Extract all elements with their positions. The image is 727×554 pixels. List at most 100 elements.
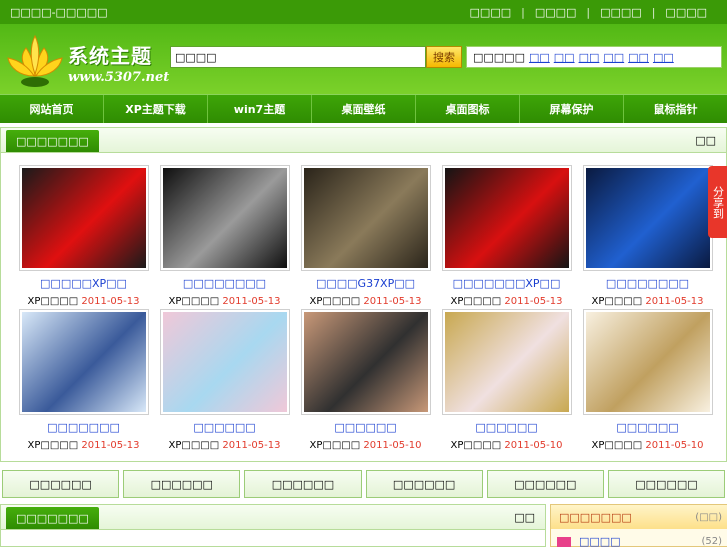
theme-thumbnail[interactable] (582, 165, 713, 271)
more-link[interactable]: □□ (514, 511, 535, 524)
theme-preview-image (21, 312, 146, 412)
theme-thumbnail[interactable] (300, 165, 431, 271)
theme-meta: XP□□□□ 2011-05-10 (295, 440, 436, 451)
theme-title[interactable]: □□□□□XP□□ (13, 277, 154, 290)
category-icon (557, 536, 571, 547)
theme-preview-image (162, 168, 287, 268)
header: 系统主题 www.5307.net 搜索 □□□□□ □□ □□ □□ □□ □… (0, 24, 727, 94)
nav-screensavers[interactable]: 屏幕保护 (520, 95, 624, 123)
logo-title: 系统主题 (68, 44, 152, 68)
nav-win7-themes[interactable]: win7主题 (208, 95, 312, 123)
category-button[interactable]: □□□□□□ (2, 470, 120, 498)
theme-meta: XP□□□□ 2011-05-10 (436, 440, 577, 451)
hot-keyword[interactable]: □□ (653, 51, 674, 64)
second-panel: □□□□□□□ □□ (0, 504, 546, 547)
theme-title[interactable]: □□□□□□ (577, 421, 718, 434)
theme-preview-image (444, 312, 569, 412)
top-link-4[interactable]: □□□□ (655, 6, 717, 19)
theme-meta: XP□□□□ 2011-05-10 (577, 440, 718, 451)
nav-home[interactable]: 网站首页 (0, 95, 104, 123)
latest-themes-panel: □□□□□□□ □□ □□□□□XP□□ XP□□□□ 2011-05-13 □□□… (0, 127, 727, 462)
theme-date: 2011-05-13 (222, 440, 281, 451)
theme-card[interactable]: □□□□□□□ XP□□□□ 2011-05-13 (13, 305, 154, 451)
hot-keyword[interactable]: □□ (603, 51, 624, 64)
theme-type: XP□□□□ (27, 440, 79, 451)
sidebar-title: □□□□□□□ (559, 510, 632, 524)
search-bar: 搜索 (170, 46, 462, 68)
theme-title[interactable]: □□□□□□□XP□□ (436, 277, 577, 290)
theme-title[interactable]: □□□□G37XP□□ (295, 277, 436, 290)
category-button[interactable]: □□□□□□ (365, 470, 483, 498)
share-button[interactable]: 分享到 (708, 166, 727, 238)
nav-xp-themes[interactable]: XP主题下载 (104, 95, 208, 123)
top-link-1[interactable]: □□□□ (460, 6, 522, 19)
theme-title[interactable]: □□□□□□□□ (577, 277, 718, 290)
theme-title[interactable]: □□□□□□□ (13, 421, 154, 434)
top-bar: □□□□-□□□□□ □□□□ | □□□□ | □□□□ | □□□□ (0, 0, 727, 24)
hot-keyword[interactable]: □□ (579, 51, 600, 64)
sidebar-count: (□□) (695, 511, 722, 523)
theme-card[interactable]: □□□□□□ XP□□□□ 2011-05-10 (436, 305, 577, 451)
theme-thumbnail[interactable] (582, 309, 713, 415)
hot-label: □□□□□ (473, 50, 525, 64)
theme-title[interactable]: □□□□□□ (436, 421, 577, 434)
theme-thumbnail[interactable] (159, 309, 290, 415)
category-button[interactable]: □□□□□□ (607, 470, 726, 498)
category-button[interactable]: □□□□□□ (123, 470, 241, 498)
theme-thumbnail[interactable] (441, 309, 572, 415)
theme-thumbnail[interactable] (441, 165, 572, 271)
theme-preview-image (585, 168, 710, 268)
theme-card[interactable]: □□□□□□ XP□□□□ 2011-05-10 (577, 305, 718, 451)
theme-thumbnail[interactable] (159, 165, 290, 271)
theme-card[interactable]: □□□□□□□□ XP□□□□ 2011-05-13 (154, 161, 295, 307)
theme-card[interactable]: □□□□□□ XP□□□□ 2011-05-13 (154, 305, 295, 451)
theme-date: 2011-05-10 (645, 440, 704, 451)
hot-keyword[interactable]: □□ (554, 51, 575, 64)
hot-keyword[interactable]: □□ (529, 51, 550, 64)
theme-title[interactable]: □□□□□□□□ (154, 277, 295, 290)
top-link-3[interactable]: □□□□ (590, 6, 652, 19)
panel-header: □□□□□□□ □□ (1, 505, 545, 530)
hot-keyword[interactable]: □□ (628, 51, 649, 64)
main-nav: 网站首页 XP主题下载 win7主题 桌面壁纸 桌面图标 屏幕保护 鼠标指针 (0, 94, 727, 123)
category-button[interactable]: □□□□□□ (244, 470, 362, 498)
panel-tab[interactable]: □□□□□□□ (6, 507, 99, 529)
theme-card[interactable]: □□□□□□ XP□□□□ 2011-05-10 (295, 305, 436, 451)
more-link[interactable]: □□ (695, 134, 716, 147)
theme-thumbnail[interactable] (300, 309, 431, 415)
nav-desktop-icons[interactable]: 桌面图标 (416, 95, 520, 123)
nav-wallpapers[interactable]: 桌面壁纸 (312, 95, 416, 123)
theme-title[interactable]: □□□□□□ (295, 421, 436, 434)
theme-card[interactable]: □□□□□XP□□ XP□□□□ 2011-05-13 (13, 161, 154, 307)
theme-preview-image (303, 168, 428, 268)
theme-type: XP□□□□ (168, 440, 220, 451)
panel-tab[interactable]: □□□□□□□ (6, 130, 99, 152)
theme-preview-image (444, 168, 569, 268)
search-input[interactable] (170, 46, 426, 68)
theme-card[interactable]: □□□□□□□□ XP□□□□ 2011-05-13 (577, 161, 718, 307)
leaf-logo-icon (7, 34, 63, 87)
theme-card[interactable]: □□□□G37XP□□ XP□□□□ 2011-05-13 (295, 161, 436, 307)
category-button[interactable]: □□□□□□ (486, 470, 604, 498)
sidebar-row[interactable]: □□□□ (52) (551, 529, 727, 554)
theme-thumbnail[interactable] (18, 309, 149, 415)
search-button[interactable]: 搜索 (426, 46, 462, 68)
nav-cursors[interactable]: 鼠标指针 (624, 95, 727, 123)
category-row: □□□□□□ □□□□□□ □□□□□□ □□□□□□ □□□□□□ □□□□□… (0, 470, 727, 498)
logo-domain: www.5307.net (68, 70, 170, 85)
hot-keywords: □□□□□ □□ □□ □□ □□ □□ □□ (466, 46, 722, 68)
theme-title[interactable]: □□□□□□ (154, 421, 295, 434)
theme-grid: □□□□□XP□□ XP□□□□ 2011-05-13 □□□□□□□□ XP□□□□… (1, 153, 726, 451)
theme-type: XP□□□□ (309, 440, 361, 451)
top-link-2[interactable]: □□□□ (525, 6, 587, 19)
sidebar-row-count: (52) (701, 536, 722, 547)
site-logo[interactable]: 系统主题 www.5307.net (4, 30, 169, 90)
separator: | (521, 5, 525, 19)
theme-meta: XP□□□□ 2011-05-13 (13, 440, 154, 451)
theme-card[interactable]: □□□□□□□XP□□ XP□□□□ 2011-05-13 (436, 161, 577, 307)
panel-header: □□□□□□□ □□ (1, 128, 726, 153)
theme-type: XP□□□□ (450, 440, 502, 451)
theme-date: 2011-05-10 (363, 440, 422, 451)
theme-thumbnail[interactable] (18, 165, 149, 271)
theme-preview-image (162, 312, 287, 412)
